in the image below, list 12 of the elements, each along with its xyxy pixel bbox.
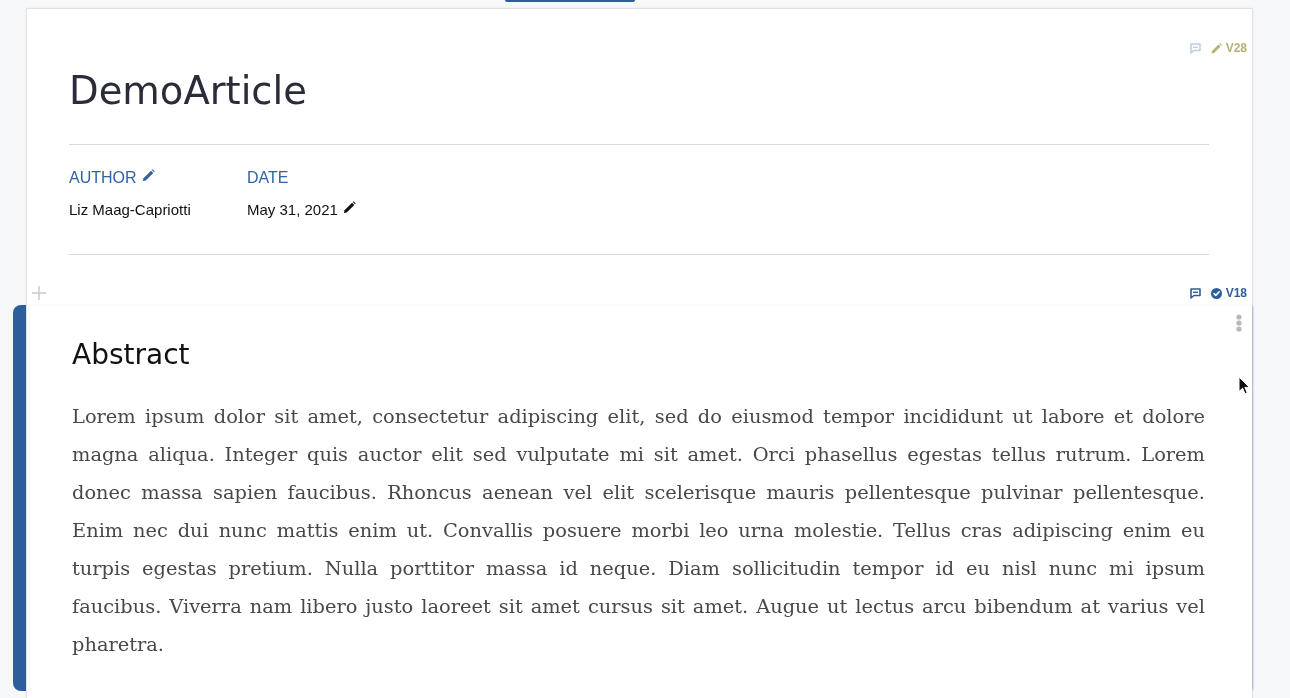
field-value: May 31, 2021 (247, 200, 338, 219)
cursor-icon (1238, 376, 1250, 395)
pencil-icon[interactable] (342, 201, 356, 214)
field-value: Liz Maag-Capriotti (69, 200, 191, 219)
pencil-icon[interactable] (141, 169, 155, 182)
document-title: DemoArticle (69, 69, 308, 113)
section-heading: Abstract (72, 338, 191, 372)
field-label: AUTHOR (69, 168, 137, 187)
body-text: Lorem ipsum dolor sit amet, consectetur adipiscing elit, sed do eiusmod tempor incididunt ut labore et dolore magna aliqua. Integer quis auctor elit sed vulputate mi sit amet. Orci phasellus egestas tellus rutrum. Lorem donec massa sapien faucibus. Rhoncus aenean vel elit scelerisque mauris pellentesque pulvinar pellentesque. Enim nec dui nunc mattis enim ut. Convallis posuere morbi leo urna molestie. Tellus cras adipiscing enim eu turpis egestas pretium. Nulla porttitor massa id neque. Diam sollicitudin tempor id eu nisl nunc mi ipsum faucibus. Viverra nam libero justo laoreet sit amet cursus sit amet. Augue ut lectus arcu bibendum at varius vel pharetra. (72, 404, 1205, 658)
comment-icon[interactable] (1189, 287, 1201, 299)
field-label: DATE (247, 168, 289, 187)
version-button[interactable]: V18 (1210, 286, 1247, 300)
